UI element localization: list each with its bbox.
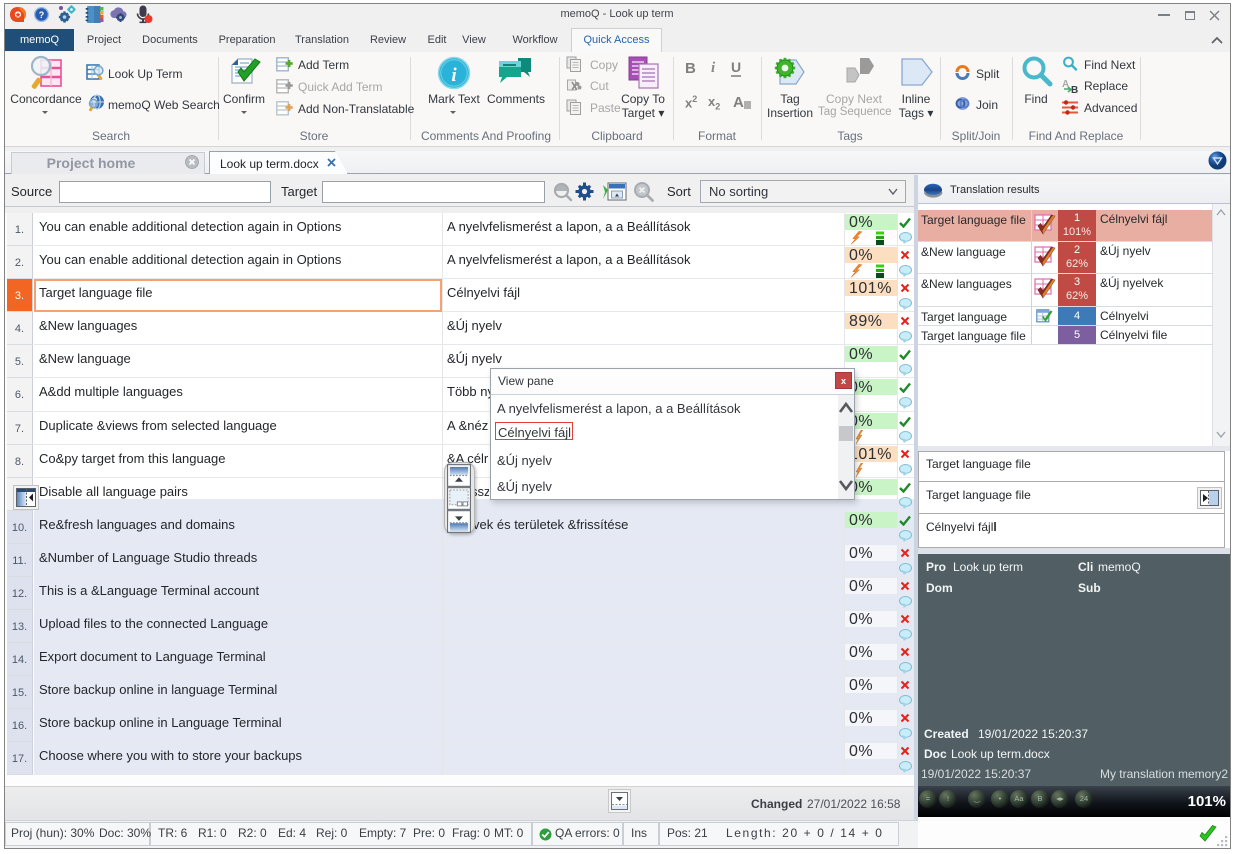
svg-text:B: B [1071,85,1078,94]
svg-text:?: ? [39,10,45,20]
svg-text:i: i [451,65,457,86]
